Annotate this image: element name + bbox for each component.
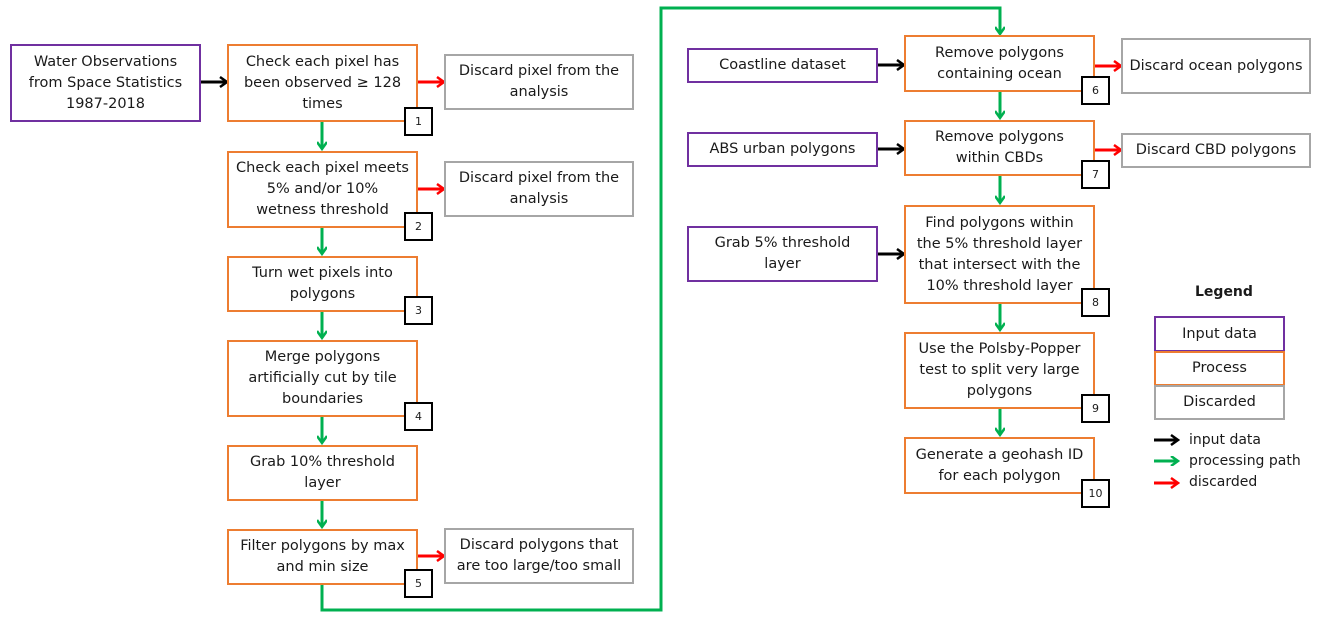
input-wofs-label: Water Observations from Space Statistics… — [28, 53, 183, 112]
legend-box-process-label: Process — [1191, 360, 1247, 376]
process-grab10-label: Grab 10% threshold layer — [249, 454, 396, 491]
process-step-5: Filter polygons by max and min size — [227, 529, 418, 585]
discard-step-5-label: Discard polygons that are too large/too … — [456, 537, 622, 574]
step-number-3: 3 — [404, 296, 433, 325]
process-step-4: Merge polygons artificially cut by tile … — [227, 340, 418, 417]
process-step-3: Turn wet pixels into polygons — [227, 256, 418, 312]
legend-box-input-label: Input data — [1182, 325, 1257, 342]
process-step-10-label: Generate a geohash ID for each polygon — [915, 446, 1084, 484]
discard-step-2-label: Discard pixel from the analysis — [458, 170, 620, 207]
process-step-9: Use the Polsby-Popper test to split very… — [904, 332, 1095, 409]
legend-title: Legend — [1195, 284, 1253, 300]
step-number-6: 6 — [1081, 76, 1110, 105]
process-step-6: Remove polygons containing ocean — [904, 35, 1095, 92]
legend-arrow-input-label: input data — [1189, 432, 1261, 448]
discard-step-7: Discard CBD polygons — [1121, 133, 1311, 168]
legend-arrow-process-label: processing path — [1189, 453, 1301, 469]
process-step-10: Generate a geohash ID for each polygon — [904, 437, 1095, 494]
process-step-3-label: Turn wet pixels into polygons — [252, 265, 393, 302]
legend-box-process: Process — [1154, 351, 1285, 386]
process-step-7: Remove polygons within CBDs — [904, 120, 1095, 176]
process-step-7-label: Remove polygons within CBDs — [935, 129, 1064, 166]
process-step-9-label: Use the Polsby-Popper test to split very… — [918, 341, 1081, 399]
discard-step-6: Discard ocean polygons — [1121, 38, 1311, 94]
legend-box-discard-label: Discarded — [1183, 394, 1256, 410]
process-step-1-label: Check each pixel has been observed ≥ 128… — [243, 53, 402, 112]
input-wofs: Water Observations from Space Statistics… — [10, 44, 201, 122]
input-abs-urban-label: ABS urban polygons — [709, 141, 856, 157]
process-step-5-label: Filter polygons by max and min size — [240, 538, 405, 575]
discard-step-7-label: Discard CBD polygons — [1135, 142, 1297, 158]
process-step-1: Check each pixel has been observed ≥ 128… — [227, 44, 418, 122]
process-step-2: Check each pixel meets 5% and/or 10% wet… — [227, 151, 418, 228]
input-coastline-label: Coastline dataset — [719, 57, 846, 73]
process-step-2-label: Check each pixel meets 5% and/or 10% wet… — [236, 160, 409, 218]
discard-step-1: Discard pixel from the analysis — [444, 54, 634, 110]
step-number-8: 8 — [1081, 288, 1110, 317]
discard-step-5: Discard polygons that are too large/too … — [444, 528, 634, 584]
legend-box-discard: Discarded — [1154, 385, 1285, 420]
step-number-4: 4 — [404, 402, 433, 431]
step-number-5: 5 — [404, 569, 433, 598]
input-grab5: Grab 5% threshold layer — [687, 226, 878, 282]
input-grab5-label: Grab 5% threshold layer — [714, 235, 851, 272]
process-step-6-label: Remove polygons containing ocean — [935, 44, 1064, 82]
legend-box-input: Input data — [1154, 316, 1285, 352]
process-grab10: Grab 10% threshold layer — [227, 445, 418, 501]
process-step-8: Find polygons within the 5% threshold la… — [904, 205, 1095, 304]
step-number-2: 2 — [404, 212, 433, 241]
input-coastline: Coastline dataset — [687, 48, 878, 83]
discard-step-2: Discard pixel from the analysis — [444, 161, 634, 217]
input-abs-urban: ABS urban polygons — [687, 132, 878, 167]
discard-step-1-label: Discard pixel from the analysis — [458, 63, 620, 100]
process-step-4-label: Merge polygons artificially cut by tile … — [248, 349, 397, 407]
step-number-10: 10 — [1081, 479, 1110, 508]
legend-arrow-discard-label: discarded — [1189, 474, 1258, 490]
step-number-9: 9 — [1081, 394, 1110, 423]
process-step-8-label: Find polygons within the 5% threshold la… — [916, 214, 1083, 294]
step-number-7: 7 — [1081, 160, 1110, 189]
step-number-1: 1 — [404, 107, 433, 136]
discard-step-6-label: Discard ocean polygons — [1129, 57, 1303, 74]
